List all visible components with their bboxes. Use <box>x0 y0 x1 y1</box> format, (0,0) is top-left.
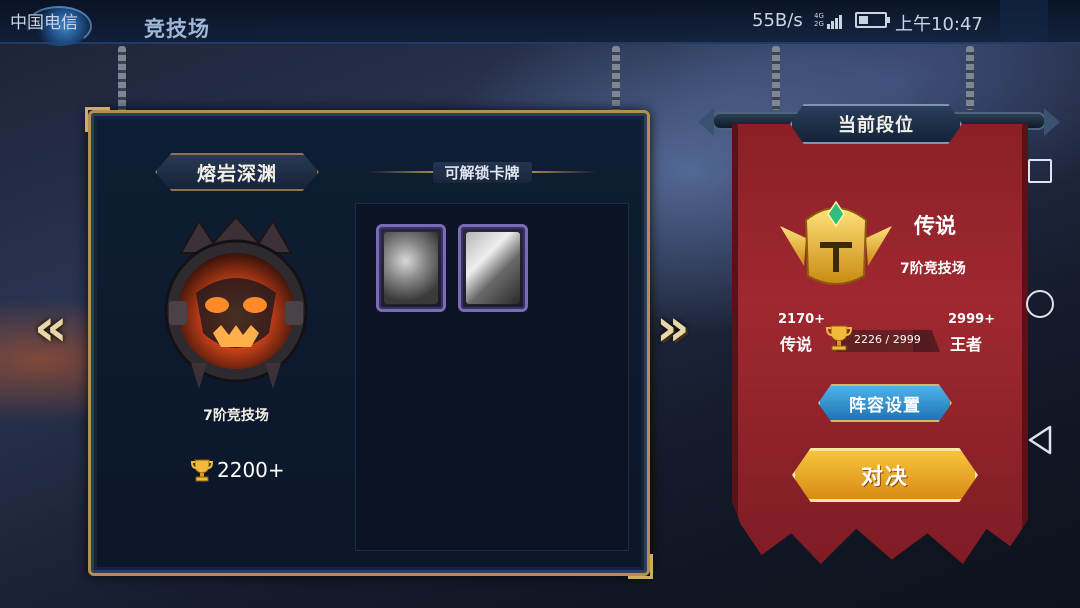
recent-apps-icon[interactable] <box>1028 159 1052 183</box>
trophy-icon <box>191 459 213 482</box>
unlockable-cards-header: 可解锁卡牌 <box>367 159 598 185</box>
trophy-requirement-value: 2200+ <box>217 458 285 482</box>
network-type: 4G 2G <box>814 12 824 28</box>
rank-title: 当前段位 <box>838 115 914 136</box>
carrier-name: 中国电信 <box>10 13 78 33</box>
chain-icon <box>612 46 620 112</box>
arena-panel: 熔岩深渊 7阶竞技场 2200+ 可解锁卡牌 <box>85 107 653 579</box>
clock: 上午10:47 <box>895 14 983 35</box>
lineup-settings-button[interactable]: 阵容设置 <box>818 384 952 422</box>
next-arena-icon[interactable]: » <box>656 302 690 354</box>
axe-card-art[interactable] <box>376 224 446 312</box>
battle-button[interactable]: 对决 <box>792 448 978 502</box>
rank-tier-label: 7阶竞技场 <box>900 261 966 277</box>
rank-name: 传说 <box>914 214 956 238</box>
chain-icon <box>772 46 780 110</box>
signal-icon: 4G 2G <box>814 12 846 29</box>
arena-emblem-icon <box>164 215 308 389</box>
chain-icon <box>118 46 126 112</box>
network-speed: 55B/s <box>752 10 803 31</box>
rank-progress-text: 2226 / 2999 <box>854 333 921 346</box>
unlockable-cards-area <box>355 203 629 551</box>
upper-bound-score: 2999+ <box>948 312 996 327</box>
previous-arena-icon[interactable]: « <box>34 302 68 354</box>
upper-bound-rank: 王者 <box>950 335 983 354</box>
meteor-card-art[interactable] <box>458 224 528 312</box>
arena-name-plate: 熔岩深渊 <box>155 153 319 191</box>
arena-trophy-requirement: 2200+ <box>191 455 311 485</box>
home-icon[interactable] <box>1026 290 1054 318</box>
trophy-icon <box>826 325 852 351</box>
status-bar: 中国电信 竞技场 55B/s 4G 2G 上午10:47 <box>0 0 1080 46</box>
arena-tier-label: 7阶竞技场 <box>203 408 269 424</box>
lower-bound-rank: 传说 <box>780 335 813 354</box>
battle-label: 对决 <box>860 465 909 490</box>
arena-name: 熔岩深渊 <box>196 162 277 185</box>
rank-title-plate: 当前段位 <box>790 104 962 144</box>
system-nav-bar <box>1000 44 1080 608</box>
lower-bound-score: 2170+ <box>778 312 826 327</box>
page-title: 竞技场 <box>144 17 210 41</box>
chain-icon <box>966 46 974 110</box>
battery-icon <box>855 12 890 28</box>
unlockable-cards-label: 可解锁卡牌 <box>432 161 532 183</box>
legend-helmet-icon <box>780 200 892 285</box>
back-icon[interactable] <box>1026 424 1054 456</box>
corner-tab <box>1000 0 1048 42</box>
lineup-settings-label: 阵容设置 <box>849 395 921 416</box>
